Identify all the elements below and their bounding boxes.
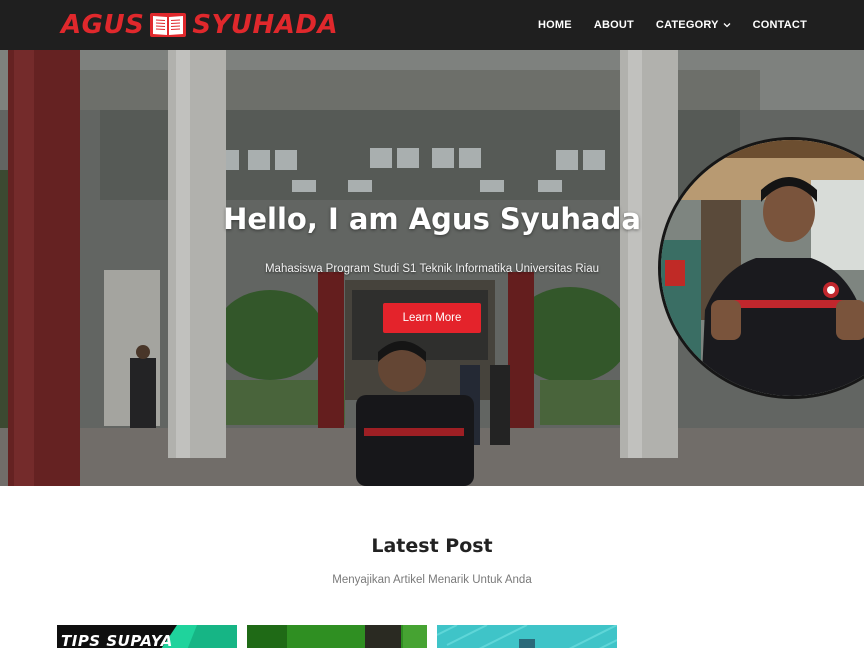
post-card[interactable] (247, 625, 427, 648)
top-navbar: AGUS SYUHADA HOME ABOUT CATEGORY CONTACT (0, 0, 864, 50)
latest-post-heading: Latest Post (371, 535, 493, 557)
hero-banner: Hello, I am Agus Syuhada Mahasiswa Progr… (0, 50, 864, 486)
learn-more-button[interactable]: Learn More (383, 303, 481, 333)
post-thumbnail (437, 625, 617, 648)
nav-contact-label: CONTACT (752, 19, 807, 31)
brand-name-second: SYUHADA (192, 10, 339, 40)
post-card[interactable] (437, 625, 617, 648)
nav-category-dropdown[interactable]: CATEGORY (656, 19, 731, 31)
open-book-icon (150, 13, 187, 37)
nav-about[interactable]: ABOUT (594, 19, 634, 31)
nav-home-label: HOME (538, 19, 572, 31)
site-logo[interactable]: AGUS SYUHADA (61, 8, 338, 42)
post-thumbnail-caption: TIPS SUPAYA (61, 632, 173, 648)
main-nav: HOME ABOUT CATEGORY CONTACT (516, 0, 807, 50)
profile-photo-image (661, 140, 864, 396)
nav-category-label: CATEGORY (655, 19, 719, 31)
nav-about-label: ABOUT (593, 19, 634, 31)
post-thumbnail (247, 625, 427, 648)
nav-home[interactable]: HOME (538, 19, 572, 31)
brand-name-first: AGUS (61, 10, 145, 40)
nav-contact[interactable]: CONTACT (753, 19, 807, 31)
post-card[interactable]: TIPS SUPAYA (57, 625, 237, 648)
chevron-down-icon (723, 23, 731, 28)
latest-post-subtitle: Menyajikan Artikel Menarik Untuk Anda (332, 574, 532, 586)
profile-photo (658, 137, 864, 399)
